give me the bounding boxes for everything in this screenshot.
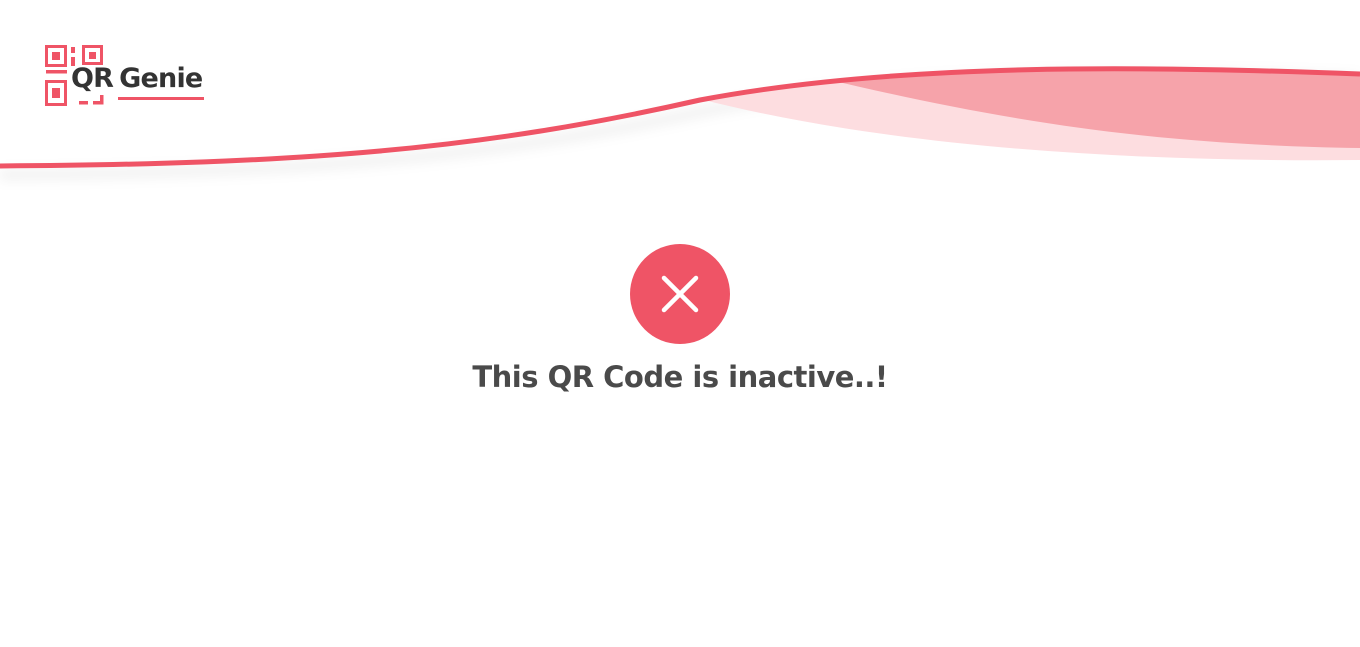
inactive-qr-page: QR Genie This QR Code is inactive..! <box>0 0 1360 647</box>
close-icon <box>661 275 699 313</box>
brand-name: QR Genie <box>71 63 203 94</box>
error-badge <box>630 244 730 344</box>
header-wave-decoration <box>0 66 1360 180</box>
brand-underline <box>118 97 204 100</box>
status-message: This QR Code is inactive..! <box>472 360 888 394</box>
brand-logo[interactable]: QR Genie <box>45 45 204 107</box>
status-panel: This QR Code is inactive..! <box>0 244 1360 394</box>
brand-name-genie: Genie <box>119 63 203 94</box>
brand-name-qr: QR <box>71 63 114 94</box>
